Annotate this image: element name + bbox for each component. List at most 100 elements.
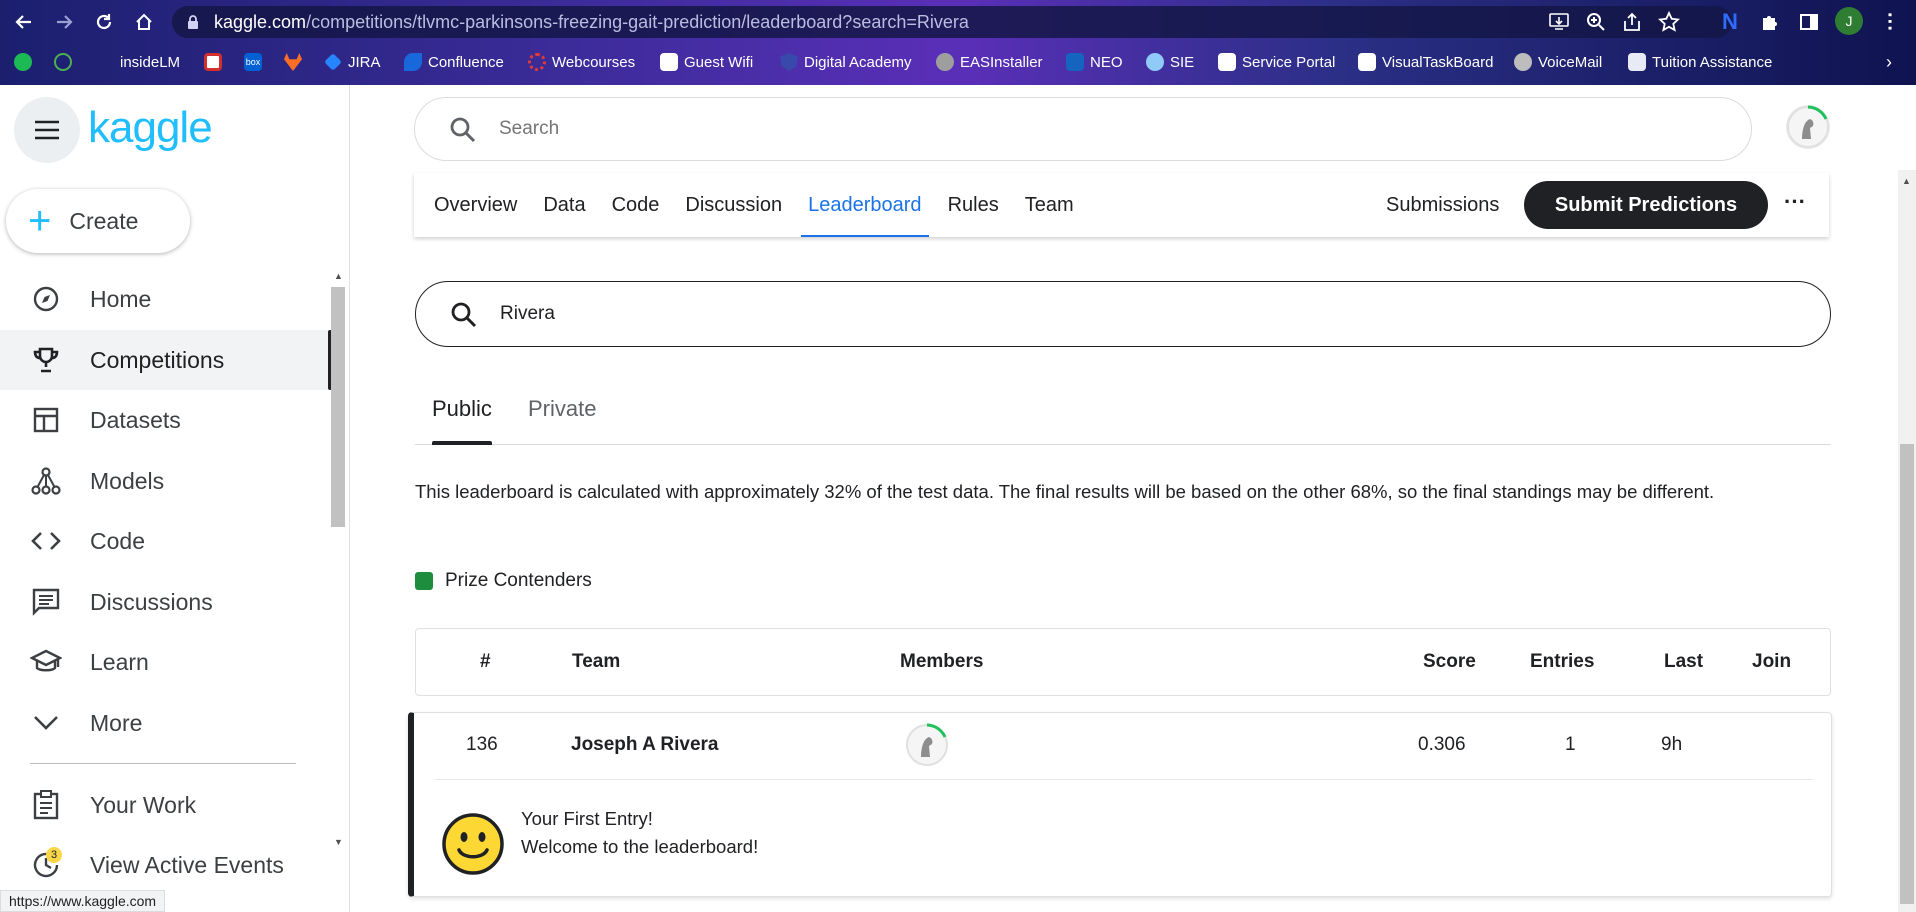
hamburger-menu-icon[interactable] — [14, 97, 80, 163]
row-team-name[interactable]: Joseph A Rivera — [571, 713, 718, 777]
sidebar-scrollbar-thumb[interactable] — [331, 287, 345, 527]
back-icon[interactable] — [10, 8, 38, 36]
bookmark-guest-wifi[interactable]: Guest Wifi — [660, 43, 753, 81]
gitlab-icon[interactable] — [284, 43, 302, 81]
sidebar-item-your-work[interactable]: Your Work — [0, 775, 328, 835]
bookmark-insidelm[interactable]: insideLM — [108, 43, 180, 81]
sidebar-item-label: Code — [90, 527, 145, 554]
reload-icon[interactable] — [90, 8, 118, 36]
sidebar-item-competitions[interactable]: Competitions — [0, 330, 332, 390]
row-entries[interactable]: 1 — [1565, 713, 1576, 777]
bookmarks-overflow-icon[interactable]: › — [1886, 43, 1892, 81]
sidebar-divider — [30, 763, 296, 764]
address-bar[interactable]: kaggle.com/competitions/tlvmc-parkinsons… — [172, 6, 1732, 38]
search-input[interactable] — [499, 114, 1399, 144]
profile-avatar[interactable]: J — [1835, 7, 1863, 35]
column-join: Join — [1752, 651, 1792, 672]
tab-private[interactable]: Private — [528, 385, 596, 445]
red-bookmark-icon[interactable] — [204, 43, 222, 81]
more-options-icon[interactable]: ··· — [1784, 173, 1806, 237]
row-last: 9h — [1661, 734, 1683, 755]
bookmark-webcourses[interactable]: Webcourses — [528, 43, 635, 81]
user-avatar[interactable] — [1786, 105, 1830, 149]
submissions-link[interactable]: Submissions — [1386, 173, 1499, 237]
kebab-menu-icon[interactable]: ··· — [1875, 8, 1903, 36]
first-entry-title: Your First Entry! — [521, 808, 653, 829]
tab-code[interactable]: Code — [610, 173, 662, 237]
bookmark-service-portal[interactable]: Service Portal — [1218, 43, 1335, 81]
tab-team[interactable]: Team — [1023, 173, 1076, 237]
member-avatar[interactable] — [905, 723, 949, 772]
bookmark-jira[interactable]: JIRA — [324, 43, 381, 81]
sidebar-item-code[interactable]: Code — [0, 511, 328, 571]
tab-overview[interactable]: Overview — [432, 173, 519, 237]
submit-predictions-button[interactable]: Submit Predictions — [1524, 181, 1768, 229]
extension-n-icon[interactable]: N — [1716, 8, 1744, 36]
sidebar-scrollbar[interactable]: ▲ ▼ — [331, 271, 345, 851]
scroll-down-arrow-icon[interactable]: ▼ — [334, 837, 343, 847]
bookmark-confluence[interactable]: Confluence — [404, 43, 504, 81]
sidebar-item-models[interactable]: Models — [0, 451, 328, 511]
leaderboard-search-input[interactable] — [500, 299, 1400, 329]
table-icon — [30, 404, 62, 436]
spotify-bookmark-icon[interactable] — [14, 43, 32, 81]
table-header: # Team Members Score Entries Last Join — [415, 628, 1831, 696]
box-bookmark-icon[interactable]: box — [244, 43, 262, 81]
code-icon — [30, 525, 62, 557]
column-score[interactable]: Score — [1423, 629, 1476, 695]
column-entries[interactable]: Entries — [1530, 629, 1594, 695]
bookmark-neo[interactable]: NEO — [1066, 43, 1123, 81]
create-button[interactable]: + Create — [6, 189, 190, 253]
trophy-icon — [30, 344, 62, 376]
column-team[interactable]: Team — [572, 629, 620, 695]
table-row[interactable]: 136 Joseph A Rivera 0.306 1 9h Your Firs… — [408, 712, 1832, 897]
tab-data[interactable]: Data — [541, 173, 587, 237]
row-rank: 136 — [466, 734, 498, 755]
bookmarks-bar: insideLM box JIRA Confluence Webcourses … — [0, 43, 1916, 85]
extensions-puzzle-icon[interactable] — [1755, 8, 1783, 36]
install-icon[interactable] — [1549, 13, 1569, 31]
comment-icon — [30, 586, 62, 618]
sidebar-item-learn[interactable]: Learn — [0, 632, 328, 692]
sidebar-item-label: More — [90, 709, 143, 736]
sidebar-item-datasets[interactable]: Datasets — [0, 390, 328, 450]
share-icon[interactable] — [1622, 12, 1642, 32]
competition-nav: Overview Data Code Discussion Leaderboar… — [414, 173, 1829, 237]
kaggle-logo[interactable]: kaggle — [88, 103, 213, 153]
bookmark-visualtaskboard[interactable]: VisualTaskBoard — [1358, 43, 1493, 81]
sidebar-item-more[interactable]: More — [0, 693, 328, 753]
bookmark-digital-academy[interactable]: Digital Academy — [780, 43, 912, 81]
tab-discussion[interactable]: Discussion — [683, 173, 784, 237]
events-count-badge: 3 — [46, 847, 62, 863]
zoom-icon[interactable] — [1586, 12, 1606, 32]
scroll-up-arrow-icon[interactable]: ▲ — [1902, 176, 1911, 186]
bookmark-star-icon[interactable] — [1658, 11, 1680, 33]
tab-public[interactable]: Public — [432, 385, 492, 445]
side-panel-icon[interactable] — [1795, 8, 1823, 36]
bookmark-easinstaller[interactable]: EASInstaller — [936, 43, 1043, 81]
bookmark-tuition-assistance[interactable]: Tuition Assistance — [1628, 43, 1772, 81]
bookmark-sie[interactable]: SIE — [1146, 43, 1194, 81]
tab-leaderboard[interactable]: Leaderboard — [801, 173, 930, 237]
sidebar-item-home[interactable]: Home — [0, 269, 328, 329]
site-search[interactable] — [414, 97, 1752, 161]
leaderboard-search[interactable] — [415, 281, 1831, 347]
clock-bookmark-icon[interactable] — [54, 43, 72, 81]
column-members: Members — [900, 651, 984, 672]
bookmark-voicemail[interactable]: VoiceMail — [1514, 43, 1602, 81]
status-bar-url: https://www.kaggle.com — [0, 890, 166, 912]
scroll-up-arrow-icon[interactable]: ▲ — [334, 271, 343, 281]
page-scrollbar-thumb[interactable] — [1900, 444, 1914, 904]
sidebar-item-label: Competitions — [90, 346, 225, 373]
first-entry-subtitle: Welcome to the leaderboard! — [521, 836, 759, 857]
smiley-icon — [441, 812, 505, 881]
column-rank[interactable]: # — [480, 629, 491, 695]
sidebar-item-discussions[interactable]: Discussions — [0, 572, 328, 632]
page-scrollbar[interactable]: ▲ — [1898, 170, 1916, 912]
home-icon[interactable] — [130, 8, 158, 36]
prize-contenders-legend: Prize Contenders — [415, 570, 592, 592]
sidebar-item-view-active-events[interactable]: View Active Events — [0, 835, 328, 895]
column-last[interactable]: Last — [1664, 629, 1703, 695]
tab-rules[interactable]: Rules — [946, 173, 1001, 237]
forward-icon[interactable] — [50, 8, 78, 36]
